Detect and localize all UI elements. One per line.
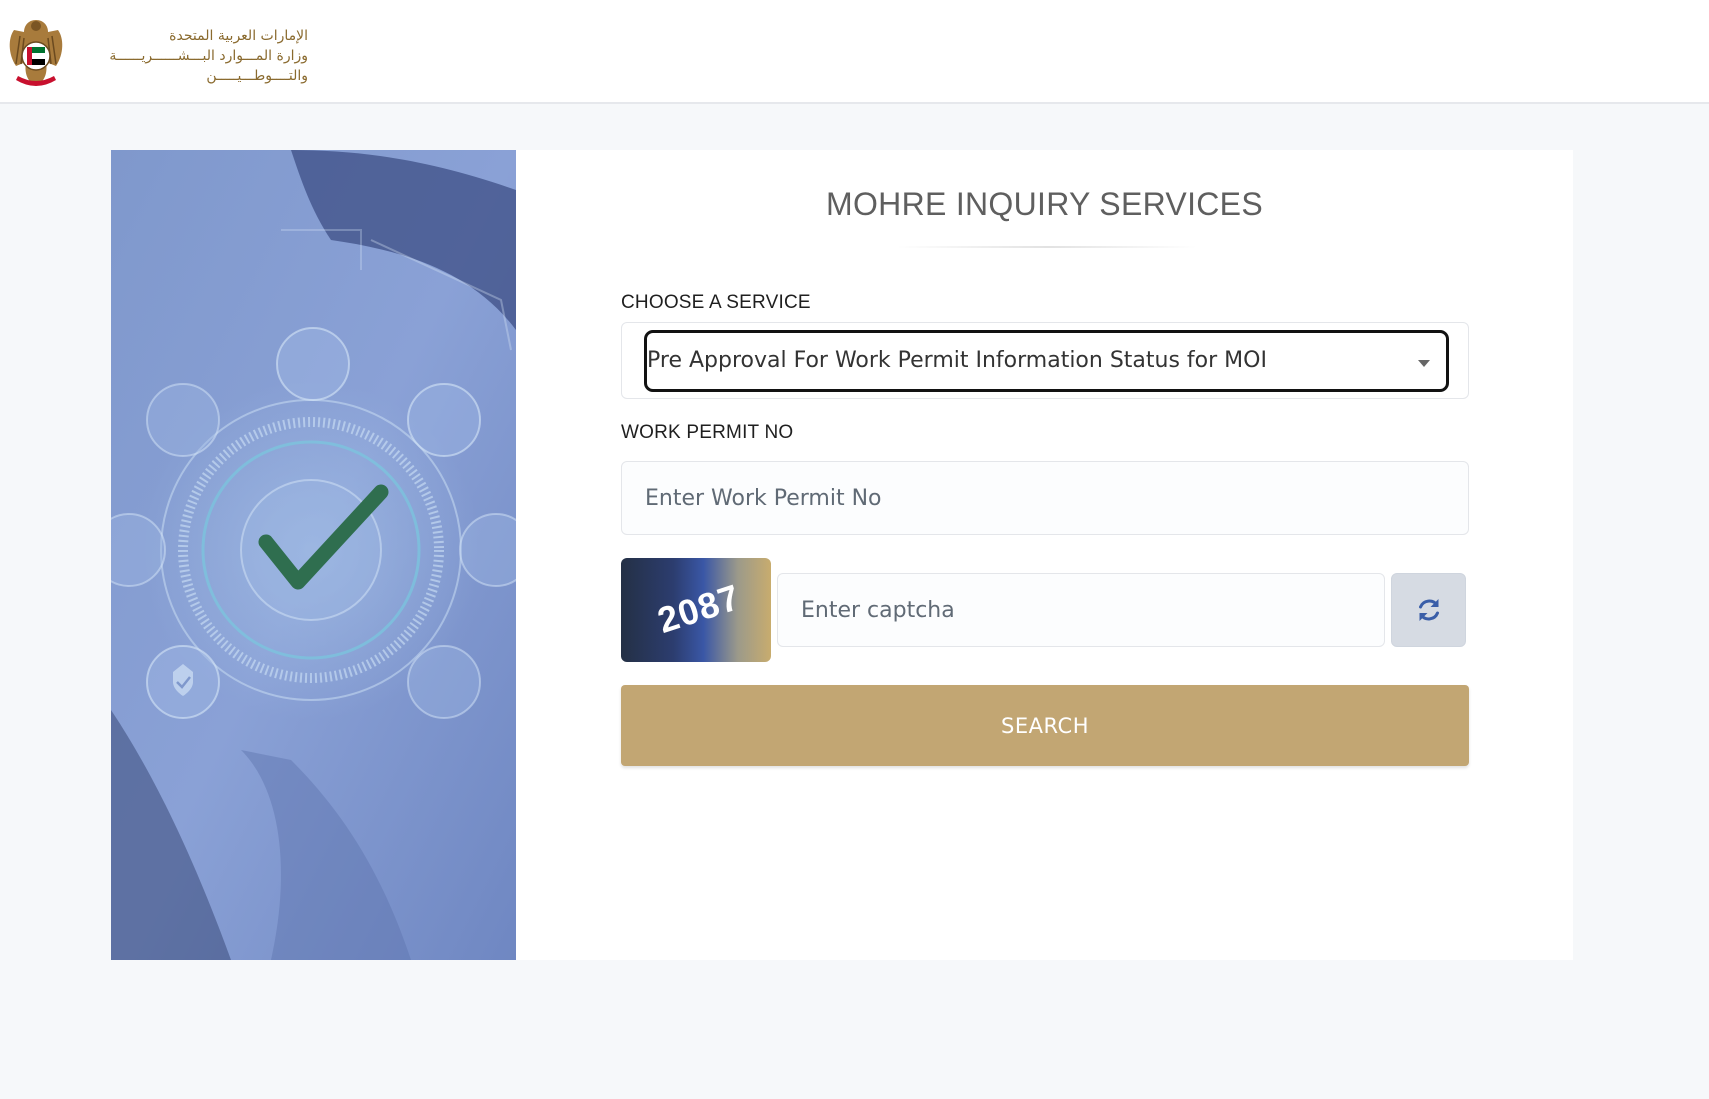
search-button[interactable]: SEARCH [621,685,1469,766]
uae-eagle-emblem-icon[interactable] [6,14,66,92]
captcha-image: 2087 [621,558,771,662]
service-label: CHOOSE A SERVICE [621,292,811,313]
ministry-name: الإمارات العربية المتحدة وزارة المـــوار… [78,26,308,86]
captcha-input[interactable] [777,573,1385,647]
ministry-name-line: وزارة المـــوارد البـــشــــــريــــــة [109,48,308,64]
service-select[interactable]: Pre Approval For Work Permit Information… [621,322,1469,399]
ministry-name-line: الإمارات العربية المتحدة [169,28,308,44]
captcha-code: 2087 [652,576,746,642]
hero-image [111,150,516,960]
refresh-icon [1418,599,1439,621]
service-selected-value: Pre Approval For Work Permit Information… [647,348,1267,373]
permit-label: WORK PERMIT NO [621,422,794,443]
top-header: الإمارات العربية المتحدة وزارة المـــوار… [0,0,1709,104]
ministry-name-line: والتــــوطـــيـــــن [206,68,308,84]
work-permit-input[interactable] [621,461,1469,535]
refresh-captcha-button[interactable] [1391,573,1466,647]
title-divider [897,246,1197,248]
page-title: MOHRE INQUIRY SERVICES [826,186,1263,222]
chevron-down-icon[interactable] [1418,360,1430,367]
service-select-box[interactable]: Pre Approval For Work Permit Information… [644,330,1449,392]
inquiry-card: MOHRE INQUIRY SERVICES CHOOSE A SERVICE … [111,150,1573,960]
